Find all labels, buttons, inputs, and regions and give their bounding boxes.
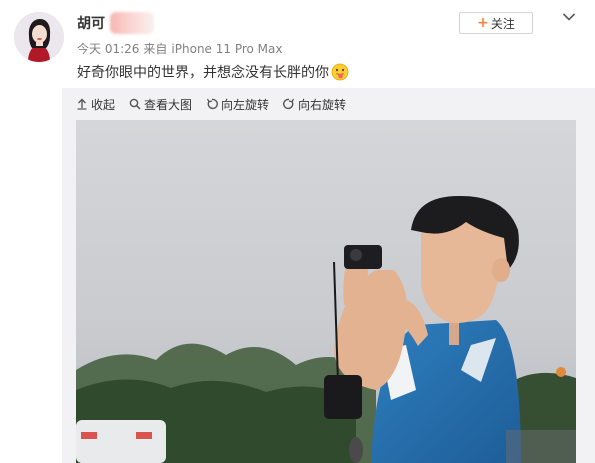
avatar[interactable] bbox=[14, 12, 64, 62]
rotate-right-button[interactable]: 向右旋转 bbox=[283, 96, 346, 113]
post-source-prefix: 来自 bbox=[143, 42, 168, 56]
tongue-face-emoji-icon bbox=[331, 63, 349, 81]
post-device[interactable]: iPhone 11 Pro Max bbox=[171, 42, 282, 56]
rotate-left-icon bbox=[206, 98, 218, 110]
media-toolbar: 收起 查看大图 向左旋转 向右旋转 bbox=[76, 95, 360, 113]
view-large-image-label: 查看大图 bbox=[144, 97, 193, 112]
blurred-verification-badge bbox=[110, 12, 154, 34]
rotate-right-label: 向右旋转 bbox=[298, 97, 347, 112]
username[interactable]: 胡可 bbox=[77, 13, 105, 33]
post-content: 好奇你眼中的世界，并想念没有长胖的你 bbox=[77, 62, 349, 82]
collapse-arrow-icon bbox=[77, 98, 87, 110]
avatar-portrait bbox=[14, 12, 64, 62]
collapse-label: 收起 bbox=[91, 97, 116, 112]
weibo-post-card: 胡可 + 关注 今天 01:26 来自 iPhone 11 Pro Max 好奇你眼… bbox=[0, 0, 595, 463]
post-photo[interactable] bbox=[76, 120, 576, 463]
post-text: 好奇你眼中的世界，并想念没有长胖的你 bbox=[77, 65, 329, 81]
post-meta: 今天 01:26 来自 iPhone 11 Pro Max bbox=[77, 40, 283, 57]
boy-with-camera-photo bbox=[76, 120, 576, 463]
rotate-right-icon bbox=[283, 98, 295, 110]
magnifier-icon bbox=[129, 98, 141, 110]
follow-button-label: 关注 bbox=[490, 16, 515, 31]
view-large-image-button[interactable]: 查看大图 bbox=[129, 96, 192, 113]
rotate-left-button[interactable]: 向左旋转 bbox=[206, 96, 269, 113]
chevron-down-icon[interactable] bbox=[562, 12, 576, 22]
follow-button[interactable]: + 关注 bbox=[459, 12, 533, 34]
post-time[interactable]: 今天 01:26 bbox=[77, 42, 139, 56]
plus-icon: + bbox=[477, 15, 489, 31]
collapse-button[interactable]: 收起 bbox=[76, 96, 115, 113]
rotate-left-label: 向左旋转 bbox=[221, 97, 270, 112]
